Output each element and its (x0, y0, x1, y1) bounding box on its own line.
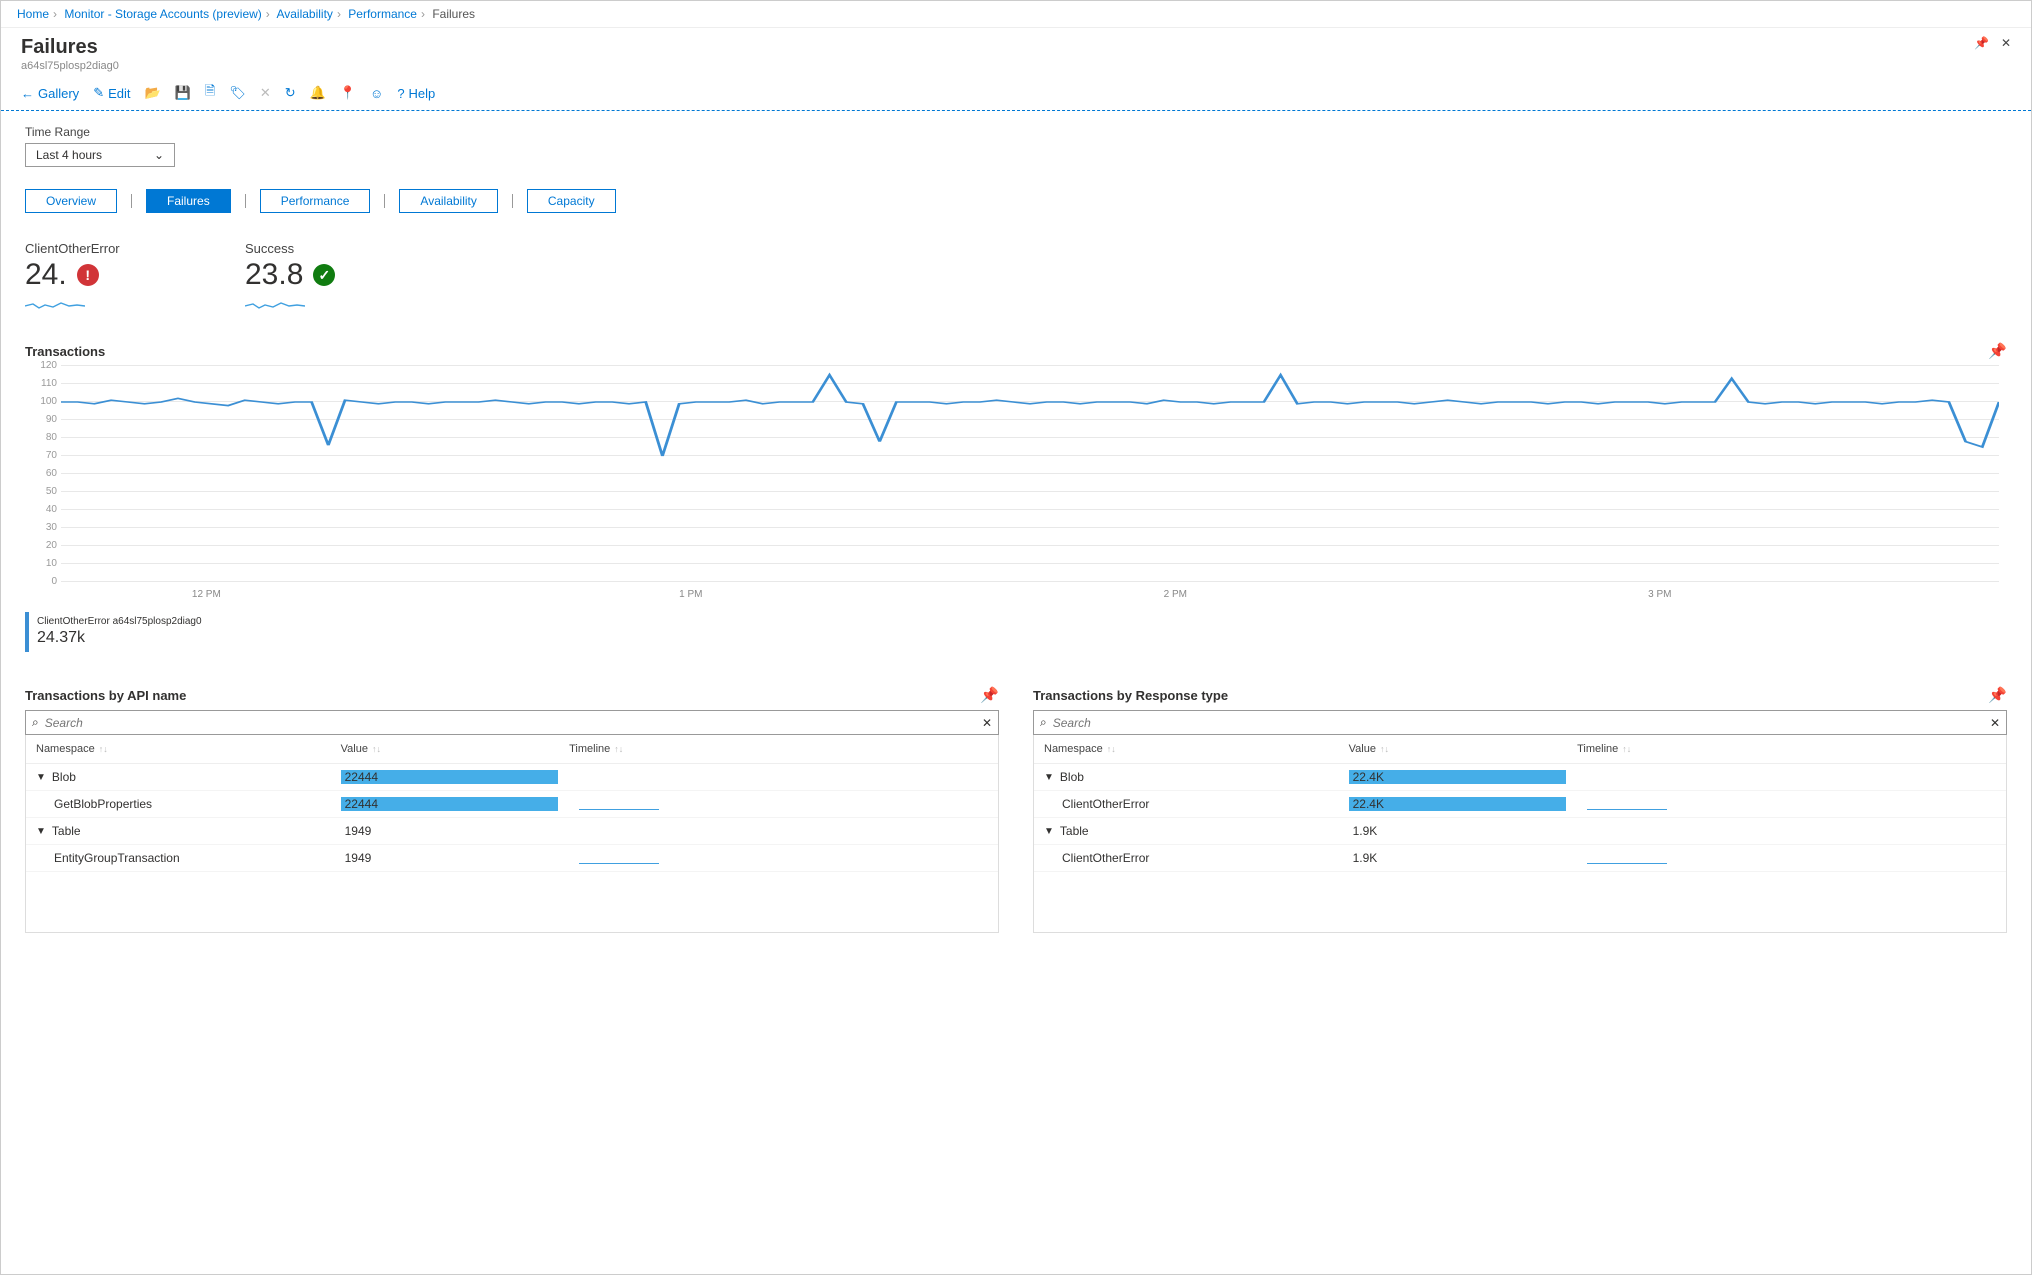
chart-legend: ClientOtherError a64sl75plosp2diag0 24.3… (25, 612, 2007, 652)
crumb-home[interactable]: Home (17, 7, 49, 21)
kpi-success[interactable]: Success 23.8✓ (245, 241, 385, 314)
toolbar: ← Gallery ✎ Edit 📂 💾 🗎 🏷 ✕ ↻ 🔔 📍 ☺ ? Hel… (1, 76, 2031, 111)
table-row[interactable]: ▼Blob 22.4K (1034, 764, 2006, 791)
api-search[interactable]: ⌕ ✕ (25, 710, 999, 735)
table-row[interactable]: ClientOtherError 1.9K (1034, 845, 2006, 872)
gallery-button[interactable]: ← Gallery (21, 86, 79, 101)
content-area: Time Range Last 4 hours⌄ Overview Failure… (1, 111, 2031, 1274)
time-range-select[interactable]: Last 4 hours⌄ (25, 143, 175, 167)
pin-toolbar-icon[interactable]: 📍 (340, 85, 356, 101)
open-icon[interactable]: 📂 (145, 85, 161, 101)
crumb-monitor[interactable]: Monitor - Storage Accounts (preview) (64, 7, 261, 21)
refresh-icon[interactable]: ↻ (285, 85, 296, 101)
chevron-down-icon: ⌄ (154, 148, 164, 162)
tab-overview[interactable]: Overview (25, 189, 117, 213)
kpi-row: ClientOtherError 24.! Success 23.8✓ (25, 241, 2007, 314)
table-row[interactable]: ▼Table 1.9K (1034, 818, 2006, 845)
tag-icon[interactable]: 🏷 (229, 85, 246, 101)
time-range-label: Time Range (25, 125, 2007, 139)
table-row[interactable]: EntityGroupTransaction 1949 (26, 845, 998, 872)
pin-chart-icon[interactable]: 📌 (1988, 342, 2007, 360)
tab-capacity[interactable]: Capacity (527, 189, 616, 213)
api-search-input[interactable] (45, 716, 976, 730)
save-icon[interactable]: 💾 (175, 85, 191, 101)
resp-title: Transactions by Response type (1033, 688, 1228, 703)
table-row[interactable]: ▼Table 1949 (26, 818, 998, 845)
page-title: Failures (21, 36, 119, 59)
help-button[interactable]: ? Help (397, 86, 435, 101)
transactions-chart[interactable]: 010203040506070809010011012012 PM1 PM2 P… (25, 366, 2007, 606)
pin-api-icon[interactable]: 📌 (980, 686, 999, 704)
alert-icon[interactable]: 🔔 (310, 85, 326, 101)
resp-search-input[interactable] (1053, 716, 1984, 730)
clear-search-icon[interactable]: ✕ (1990, 716, 2000, 730)
resp-table: Namespace↑↓ Value↑↓ Timeline↑↓ ▼Blob 22.… (1033, 735, 2007, 933)
pin-resp-icon[interactable]: 📌 (1988, 686, 2007, 704)
table-row[interactable]: GetBlobProperties 22444 (26, 791, 998, 818)
saveas-icon[interactable]: 🗎 (205, 82, 215, 104)
clear-icon: ✕ (260, 85, 271, 101)
resp-search[interactable]: ⌕ ✕ (1033, 710, 2007, 735)
edit-button[interactable]: ✎ Edit (93, 85, 130, 101)
close-icon[interactable]: ✕ (2001, 36, 2011, 50)
search-icon: ⌕ (1040, 715, 1047, 730)
api-table: Namespace↑↓ Value↑↓ Timeline↑↓ ▼Blob 224… (25, 735, 999, 933)
view-tabs: Overview Failures Performance Availability C… (25, 189, 2007, 213)
page-subtitle: a64sl75plosp2diag0 (21, 60, 119, 72)
table-row[interactable]: ClientOtherError 22.4K (1034, 791, 2006, 818)
transactions-title: Transactions (25, 344, 105, 359)
api-title: Transactions by API name (25, 688, 186, 703)
tab-failures[interactable]: Failures (146, 189, 231, 213)
search-icon: ⌕ (32, 715, 39, 730)
table-row[interactable]: ▼Blob 22444 (26, 764, 998, 791)
feedback-icon[interactable]: ☺ (370, 86, 383, 101)
crumb-current: Failures (432, 7, 475, 21)
kpi-clientothererror[interactable]: ClientOtherError 24.! (25, 241, 165, 314)
tab-availability[interactable]: Availability (399, 189, 497, 213)
breadcrumb: Home› Monitor - Storage Accounts (previe… (1, 1, 2031, 28)
crumb-availability[interactable]: Availability (276, 7, 332, 21)
crumb-performance[interactable]: Performance (348, 7, 417, 21)
pin-icon[interactable]: 📌 (1974, 36, 1989, 50)
tab-performance[interactable]: Performance (260, 189, 371, 213)
clear-search-icon[interactable]: ✕ (982, 716, 992, 730)
